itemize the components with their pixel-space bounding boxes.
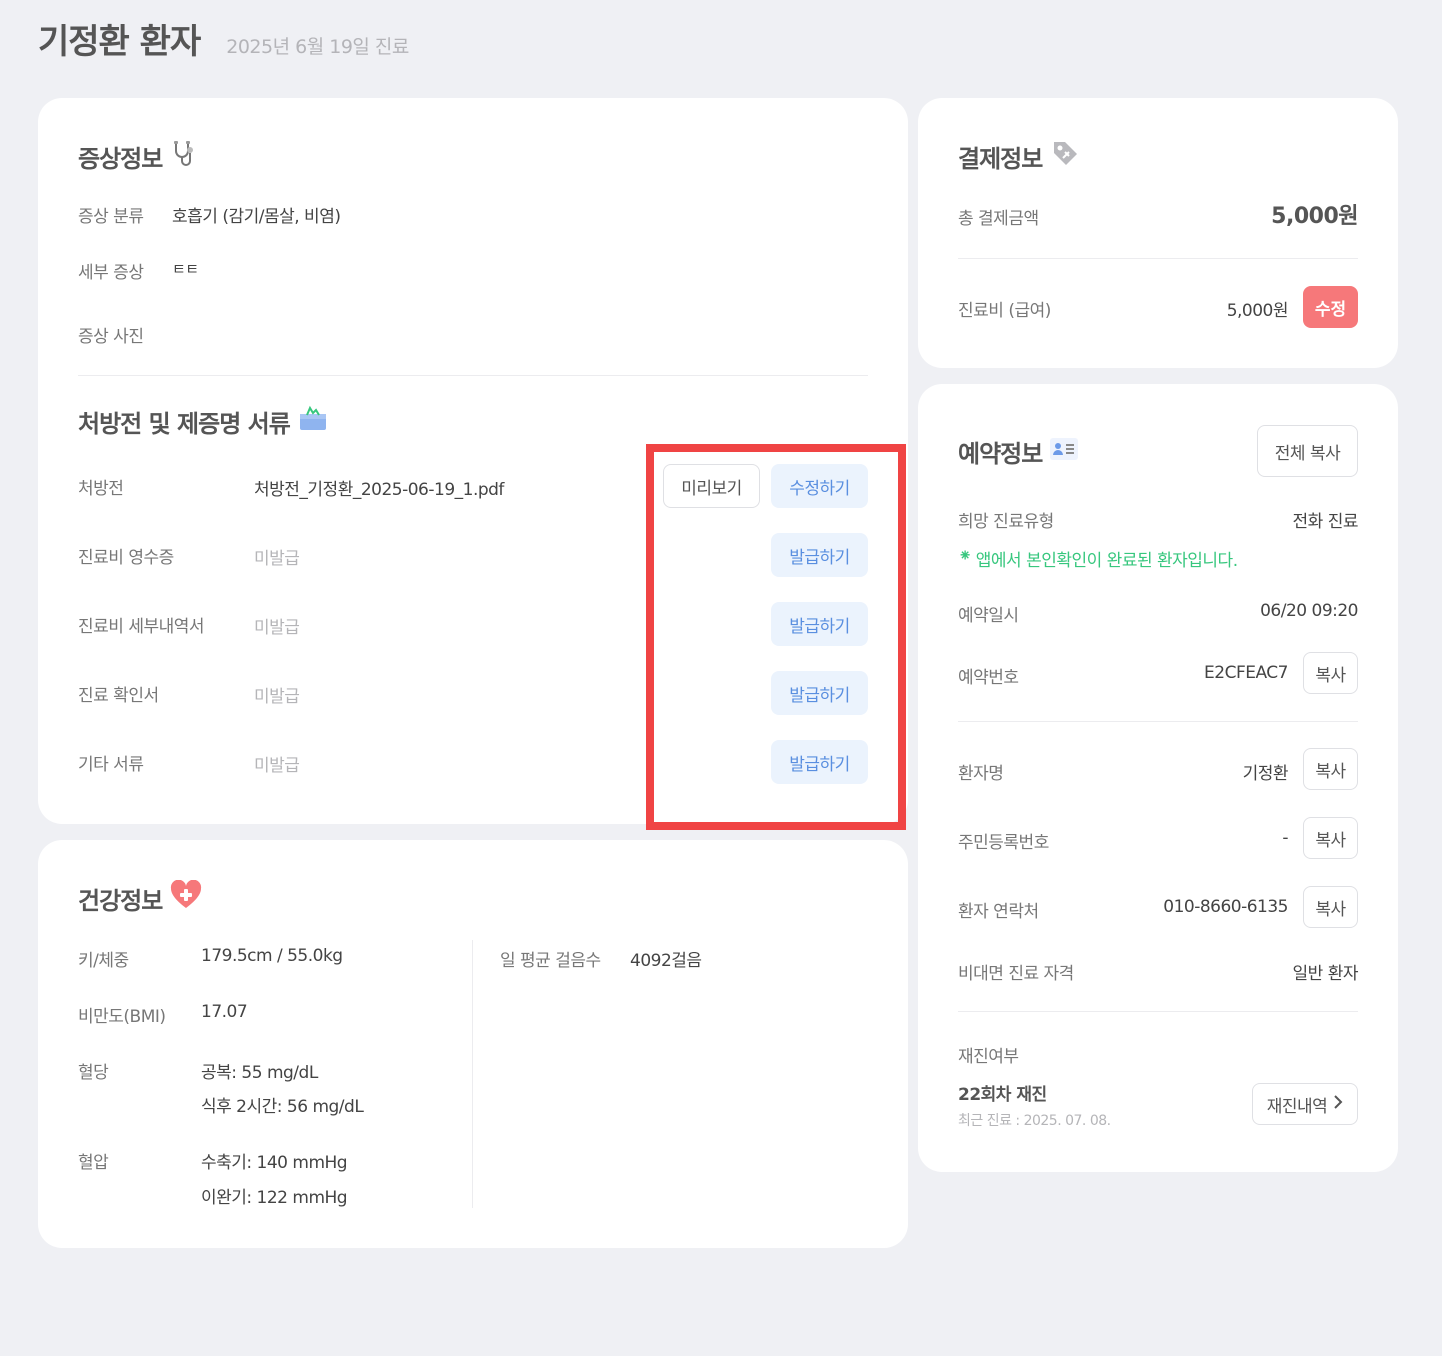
stethoscope-icon [170,138,200,174]
reservation-divider-2 [958,1011,1358,1012]
eligibility-label: 비대면 진료 자격 [958,964,1074,984]
glucose-fasting: 공복: 55 mg/dL [201,1063,318,1083]
symptoms-section-title: 증상정보 [78,138,200,174]
reservation-number-label: 예약번호 [958,668,1019,688]
symptom-category-label: 증상 분류 [78,207,144,227]
copy-phone-button[interactable]: 복사 [1303,886,1358,928]
height-weight-label: 키/체중 [78,951,129,971]
total-amount-value: 5,000원 [1271,204,1358,229]
fee-value: 5,000원 [1226,301,1289,321]
edit-fee-button[interactable]: 수정 [1303,286,1358,328]
reservation-number-value: E2CFEAC7 [1204,663,1288,683]
documents-title-text: 처방전 및 제증명 서류 [78,409,291,438]
doc-status-confirmation: 미발급 [254,687,300,707]
payment-divider [958,258,1358,259]
doc-label-prescription: 처방전 [78,479,124,499]
chevron-right-icon [1333,1094,1343,1114]
highlight-annotation-box [646,444,906,830]
bmi-value: 17.07 [201,1002,248,1022]
revisit-value: 22회차 재진 [958,1085,1047,1105]
health-section-title: 건강정보 [78,879,202,916]
symptom-detail-value: ㅌㅌ [172,260,199,278]
page-header: 기정환 환자 2025년 6월 19일 진료 [38,14,409,63]
total-amount-label: 총 결제금액 [958,209,1039,229]
payment-card: 결제정보 총 결제금액 5,000원 진료비 (급여) 5,000원 수정 [918,98,1398,368]
health-title-text: 건강정보 [78,886,163,915]
glucose-label: 혈당 [78,1063,109,1083]
doc-status-other: 미발급 [254,756,300,776]
last-visit-date: 최근 진료 : 2025. 07. 08. [958,1113,1111,1129]
reservation-section-title: 예약정보 [958,434,1079,469]
document-box-icon [298,403,328,439]
rrn-label: 주민등록번호 [958,833,1049,853]
visit-type-value: 전화 진료 [1292,512,1359,532]
payment-title-text: 결제정보 [958,144,1043,173]
phone-label: 환자 연락처 [958,902,1039,922]
copy-reservation-number-button[interactable]: 복사 [1303,652,1358,694]
symptom-category-value: 호흡기 (감기/몸살, 비염) [172,207,341,227]
column-divider [472,940,473,1208]
doc-value-prescription[interactable]: 처방전_기정환_2025-06-19_1.pdf [254,475,504,500]
section-divider [78,375,868,376]
verified-mark: ⁕ [958,546,972,566]
rrn-value: - [1282,828,1288,848]
reservation-title-text: 예약정보 [958,440,1043,468]
patient-name-label: 환자명 [958,764,1004,784]
bp-systolic: 수축기: 140 mmHg [201,1153,348,1173]
bmi-label: 비만도(BMI) [78,1007,166,1027]
copy-name-button[interactable]: 복사 [1303,748,1358,790]
page-title: 기정환 환자 [38,22,201,62]
phone-value: 010-8660-6135 [1163,897,1288,917]
steps-label: 일 평균 걸음수 [500,951,601,971]
visit-date: 2025년 6월 19일 진료 [226,36,409,58]
doc-label-itemized: 진료비 세부내역서 [78,617,205,637]
copy-rrn-button[interactable]: 복사 [1303,817,1358,859]
patient-name-value: 기정환 [1242,764,1289,784]
doc-label-receipt: 진료비 영수증 [78,548,174,568]
verified-notice-text: 앱에서 본인확인이 완료된 환자입니다. [975,551,1238,571]
reservation-divider-1 [958,721,1358,722]
doc-status-itemized: 미발급 [254,618,300,638]
doc-label-confirmation: 진료 확인서 [78,686,159,706]
heart-plus-icon [170,879,202,916]
revisit-label: 재진여부 [958,1047,1019,1067]
eligibility-value: 일반 환자 [1292,964,1359,984]
contact-card-icon [1050,437,1079,466]
symptom-detail-label: 세부 증상 [78,263,144,283]
revisit-history-button[interactable]: 재진내역 [1252,1083,1358,1125]
reservation-datetime-value: 06/20 09:20 [1260,601,1358,621]
height-weight-value: 179.5cm / 55.0kg [201,946,343,966]
symptom-photo-label: 증상 사진 [78,327,144,347]
blood-pressure-label: 혈압 [78,1153,109,1173]
symptoms-title-text: 증상정보 [78,144,163,173]
glucose-after-meal: 식후 2시간: 56 mg/dL [201,1097,364,1117]
documents-section-title: 처방전 및 제증명 서류 [78,403,328,439]
health-card: 건강정보 키/체중 179.5cm / 55.0kg 비만도(BMI) 17.0… [38,840,908,1248]
fee-label: 진료비 (급여) [958,301,1051,321]
reservation-card: 예약정보 전체 복사 희망 진료유형 전화 진료 ⁕ 앱에서 본인확인이 완료된… [918,384,1398,1172]
steps-value: 4092걸음 [630,951,702,971]
price-tag-icon [1050,138,1080,174]
doc-status-receipt: 미발급 [254,549,300,569]
payment-section-title: 결제정보 [958,138,1080,174]
visit-type-label: 희망 진료유형 [958,512,1054,532]
revisit-history-label: 재진내역 [1266,1096,1328,1117]
doc-label-other: 기타 서류 [78,755,144,775]
verified-notice: ⁕ 앱에서 본인확인이 완료된 환자입니다. [958,546,1238,571]
reservation-datetime-label: 예약일시 [958,606,1019,626]
copy-all-button[interactable]: 전체 복사 [1257,425,1358,477]
bp-diastolic: 이완기: 122 mmHg [201,1188,348,1208]
